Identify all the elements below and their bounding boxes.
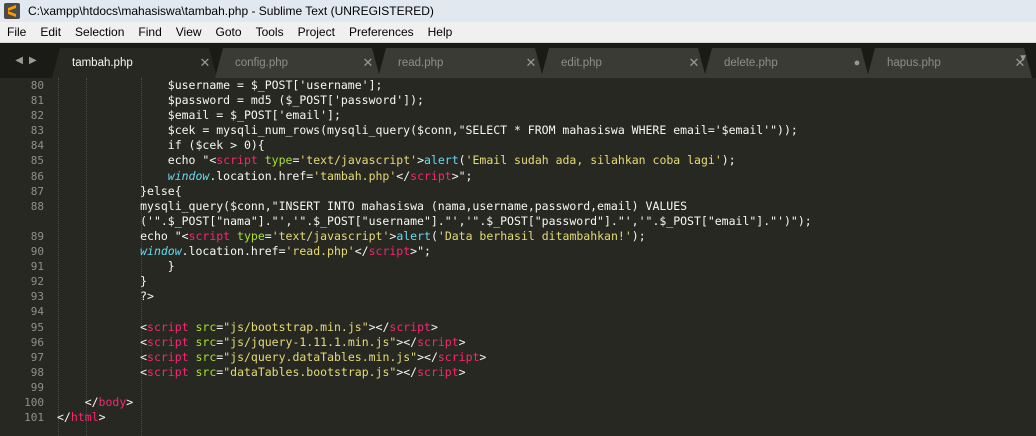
menu-bar: File Edit Selection Find View Goto Tools… bbox=[0, 22, 1036, 43]
menu-view[interactable]: View bbox=[169, 22, 209, 42]
line-number: 84 bbox=[30, 139, 44, 153]
menu-project[interactable]: Project bbox=[291, 22, 342, 42]
code-line: mysqli_query($conn,"INSERT INTO mahasisw… bbox=[140, 198, 688, 213]
code-line: $cek = mysqli_num_rows(mysqli_query($con… bbox=[167, 123, 798, 138]
line-number-gutter: 80 81 82 83 84 85 86 87 88 89 90 91 92 9… bbox=[0, 78, 44, 436]
sublime-text-icon bbox=[4, 3, 20, 19]
title-bar: C:\xampp\htdocs\mahasiswa\tambah.php - S… bbox=[0, 0, 1036, 22]
menu-edit[interactable]: Edit bbox=[33, 22, 68, 42]
line-number: 87 bbox=[30, 184, 44, 198]
code-line: </html> bbox=[57, 410, 106, 425]
tab-edit-php[interactable]: edit.php ✕ bbox=[541, 48, 706, 78]
line-number: 96 bbox=[30, 335, 44, 349]
code-line: $password = md5 ($_POST['password']); bbox=[167, 93, 424, 108]
menu-file[interactable]: File bbox=[0, 22, 33, 42]
line-number: 80 bbox=[30, 79, 44, 92]
code-line: <script src="js/bootstrap.min.js"></scri… bbox=[57, 319, 438, 334]
code-line: <script src="dataTables.bootstrap.js"></… bbox=[57, 364, 466, 379]
tab-dropdown-icon[interactable]: ▼ bbox=[1018, 53, 1028, 64]
line-number: 98 bbox=[30, 365, 44, 379]
line-number: 89 bbox=[30, 229, 44, 243]
line-number: 92 bbox=[30, 275, 44, 289]
code-line: window.location.href='read.php'</script>… bbox=[140, 244, 431, 259]
code-line: </body> bbox=[57, 394, 134, 409]
line-number: 90 bbox=[30, 245, 44, 259]
code-lines: $username = $_POST['username']; $passwor… bbox=[57, 78, 1036, 425]
line-number: 81 bbox=[30, 94, 44, 108]
code-line: $username = $_POST['username']; bbox=[167, 78, 383, 92]
tab-label: tambah.php bbox=[72, 57, 133, 69]
menu-find[interactable]: Find bbox=[131, 22, 168, 42]
line-number: 86 bbox=[30, 169, 44, 183]
tab-label: hapus.php bbox=[887, 57, 941, 69]
close-icon[interactable]: ✕ bbox=[356, 55, 380, 71]
tab-hapus-php[interactable]: hapus.php ✕ bbox=[867, 48, 1032, 78]
menu-selection[interactable]: Selection bbox=[68, 22, 131, 42]
tab-label: delete.php bbox=[724, 57, 778, 69]
code-line: ?> bbox=[140, 289, 154, 304]
line-number: 93 bbox=[30, 290, 44, 304]
arrow-right-icon[interactable]: ▶ bbox=[29, 55, 37, 66]
close-icon[interactable]: ✕ bbox=[519, 55, 543, 71]
menu-help[interactable]: Help bbox=[421, 22, 460, 42]
line-number: 82 bbox=[30, 109, 44, 123]
tab-config-php[interactable]: config.php ✕ bbox=[215, 48, 380, 78]
tab-label: edit.php bbox=[561, 57, 602, 69]
code-line: } bbox=[140, 274, 148, 289]
code-line: } bbox=[167, 259, 175, 274]
line-number bbox=[0, 214, 44, 229]
arrow-left-icon[interactable]: ◀ bbox=[15, 55, 23, 66]
menu-tools[interactable]: Tools bbox=[249, 22, 291, 42]
tab-tambah-php[interactable]: tambah.php ✕ bbox=[52, 48, 217, 78]
line-number: 91 bbox=[30, 260, 44, 274]
code-line: }else{ bbox=[140, 183, 182, 198]
code-line: echo "<script type='text/javascript'>ale… bbox=[167, 153, 736, 168]
close-icon[interactable]: ✕ bbox=[193, 55, 217, 71]
tab-label: config.php bbox=[235, 57, 289, 69]
line-number: 100 bbox=[24, 395, 44, 409]
tab-read-php[interactable]: read.php ✕ bbox=[378, 48, 543, 78]
code-line: <script src="js/query.dataTables.min.js"… bbox=[57, 349, 487, 364]
menu-goto[interactable]: Goto bbox=[209, 22, 249, 42]
line-number: 83 bbox=[30, 124, 44, 138]
tab-label: read.php bbox=[398, 57, 444, 69]
line-number: 99 bbox=[30, 380, 44, 394]
menu-preferences[interactable]: Preferences bbox=[342, 22, 421, 42]
tab-scroll-arrows: ◀ ▶ bbox=[0, 43, 52, 78]
close-icon[interactable]: ✕ bbox=[682, 55, 706, 71]
code-line: if ($cek > 0){ bbox=[167, 138, 265, 153]
tab-bar: ◀ ▶ tambah.php ✕ config.php ✕ read.php ✕… bbox=[0, 43, 1036, 78]
line-number: 88 bbox=[30, 199, 44, 213]
line-number: 95 bbox=[30, 320, 44, 334]
code-line: window.location.href='tambah.php'</scrip… bbox=[167, 168, 473, 183]
line-number: 97 bbox=[30, 350, 44, 364]
code-line: <script src="js/jquery-1.11.1.min.js"></… bbox=[57, 334, 466, 349]
window-title: C:\xampp\htdocs\mahasiswa\tambah.php - S… bbox=[28, 4, 434, 18]
line-number: 94 bbox=[30, 305, 44, 319]
line-number: 85 bbox=[30, 154, 44, 168]
code-editor[interactable]: 80 81 82 83 84 85 86 87 88 89 90 91 92 9… bbox=[0, 78, 1036, 436]
code-line: ('".$_POST["nama"]."','".$_POST["usernam… bbox=[140, 213, 812, 228]
code-line: $email = $_POST['email']; bbox=[167, 108, 341, 123]
line-number: 101 bbox=[24, 411, 44, 425]
tab-delete-php[interactable]: delete.php ● bbox=[704, 48, 869, 78]
code-line: echo "<script type='text/javascript'>ale… bbox=[140, 228, 646, 243]
unsaved-dot-icon[interactable]: ● bbox=[845, 57, 869, 69]
